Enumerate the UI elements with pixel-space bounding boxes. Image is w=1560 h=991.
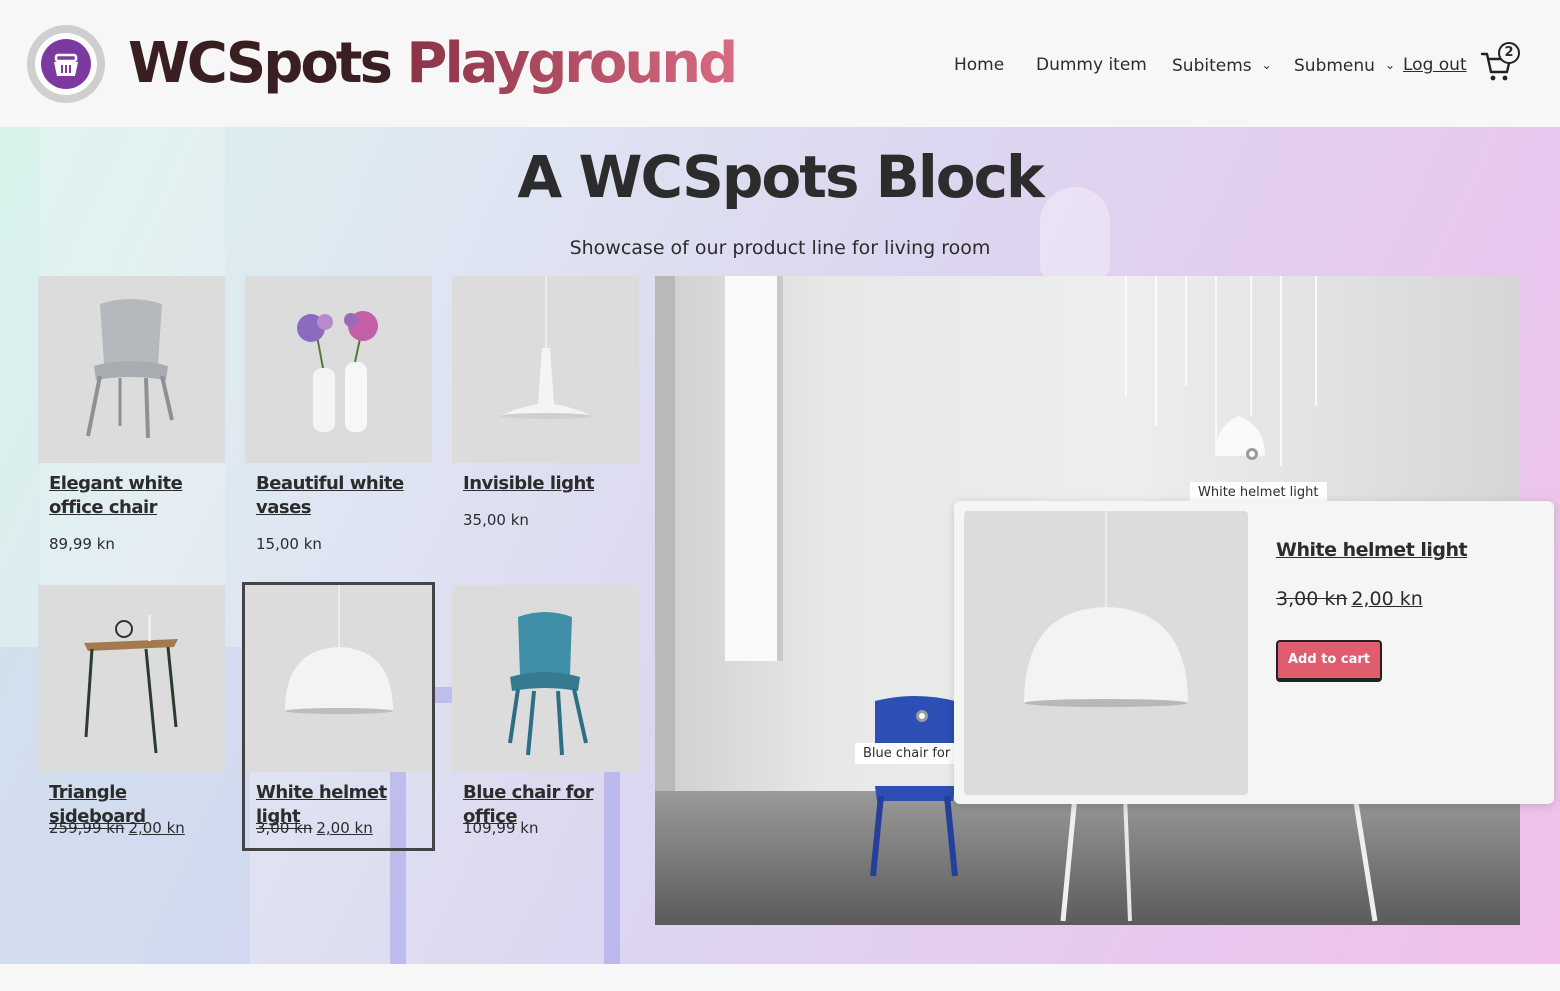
footer-strip — [0, 964, 1560, 991]
basket-icon — [54, 53, 78, 76]
product-price: 35,00 kn — [463, 511, 529, 529]
price-current: 15,00 kn — [256, 535, 322, 553]
price-current[interactable]: 2,00 kn — [316, 819, 372, 837]
product-name[interactable]: Invisible light — [463, 472, 633, 496]
chevron-down-icon[interactable]: ⌄ — [1262, 52, 1272, 78]
price-current: 109,99 kn — [463, 819, 539, 837]
pendant-light-image[interactable] — [452, 276, 639, 463]
cart-count-badge: 2 — [1498, 42, 1520, 64]
price-old: 259,99 kn — [49, 819, 125, 837]
white-chair-image[interactable] — [38, 276, 225, 463]
helmet-light-image[interactable] — [964, 511, 1248, 795]
vases-image[interactable] — [245, 276, 432, 463]
hotspot-label[interactable]: White helmet light — [1190, 482, 1327, 503]
product-price: 259,99 kn 2,00 kn — [49, 819, 185, 837]
block-title: A WCSpots Block — [517, 143, 1044, 211]
product-card[interactable]: Blue chair for office 109,99 kn — [452, 585, 639, 845]
block-subtitle: Showcase of our product line for living … — [569, 237, 991, 259]
popup-product-name[interactable]: White helmet light — [1276, 539, 1468, 561]
nav-logout[interactable]: Log out — [1403, 52, 1467, 78]
nav-dummy-item[interactable]: Dummy item — [1036, 52, 1147, 78]
product-popup: White helmet light 3,00 kn 2,00 kn Add to… — [954, 501, 1554, 804]
product-price: 3,00 kn 2,00 kn — [256, 819, 373, 837]
price-old: 3,00 kn — [1276, 588, 1348, 610]
nav-home[interactable]: Home — [954, 52, 1004, 78]
hotspot-marker[interactable] — [916, 710, 928, 722]
hotspot-marker[interactable] — [1246, 448, 1258, 460]
popup-product-price: 3,00 kn 2,00 kn — [1276, 588, 1423, 610]
product-price: 15,00 kn — [256, 535, 322, 553]
price-current[interactable]: 2,00 kn — [128, 819, 184, 837]
product-card[interactable]: Elegant white office chair 89,99 kn — [38, 276, 225, 566]
helmet-light-image[interactable] — [245, 585, 432, 772]
cart-button[interactable]: 2 — [1480, 42, 1524, 82]
add-to-cart-button[interactable]: Add to cart — [1276, 640, 1382, 682]
chevron-down-icon[interactable]: ⌄ — [1385, 52, 1395, 78]
nav-submenu-label: Submenu — [1294, 56, 1375, 76]
price-current[interactable]: 2,00 kn — [1351, 588, 1422, 610]
price-current: 89,99 kn — [49, 535, 115, 553]
product-price: 109,99 kn — [463, 819, 538, 837]
price-current: 35,00 kn — [463, 511, 529, 529]
nav-subitems-label: Subitems — [1172, 56, 1252, 76]
product-name[interactable]: Beautiful white vases — [256, 472, 426, 520]
product-card[interactable]: Invisible light 35,00 kn — [452, 276, 639, 546]
site-title[interactable]: WCSpots Playground — [128, 28, 738, 100]
hotspot-label[interactable]: Blue chair for o — [855, 743, 955, 764]
product-price: 89,99 kn — [49, 535, 115, 553]
product-card[interactable]: Beautiful white vases 15,00 kn — [245, 276, 432, 566]
nav-subitems[interactable]: Subitems ⌄ — [1172, 52, 1272, 79]
site-logo[interactable] — [27, 25, 105, 103]
site-title-part1: WCSpots — [128, 31, 393, 96]
product-card-selected[interactable]: White helmet light 3,00 kn 2,00 kn — [242, 582, 435, 851]
price-old: 3,00 kn — [256, 819, 313, 837]
blue-chair-image[interactable] — [452, 585, 639, 772]
site-header: WCSpots Playground Home Dummy item Subit… — [0, 0, 1560, 127]
nav-submenu[interactable]: Submenu ⌄ — [1294, 52, 1395, 79]
sideboard-image[interactable] — [38, 585, 225, 772]
product-name[interactable]: Elegant white office chair — [49, 472, 219, 520]
site-title-part2: Playground — [406, 31, 738, 96]
product-card[interactable]: Triangle sideboard 259,99 kn 2,00 kn — [38, 585, 225, 845]
